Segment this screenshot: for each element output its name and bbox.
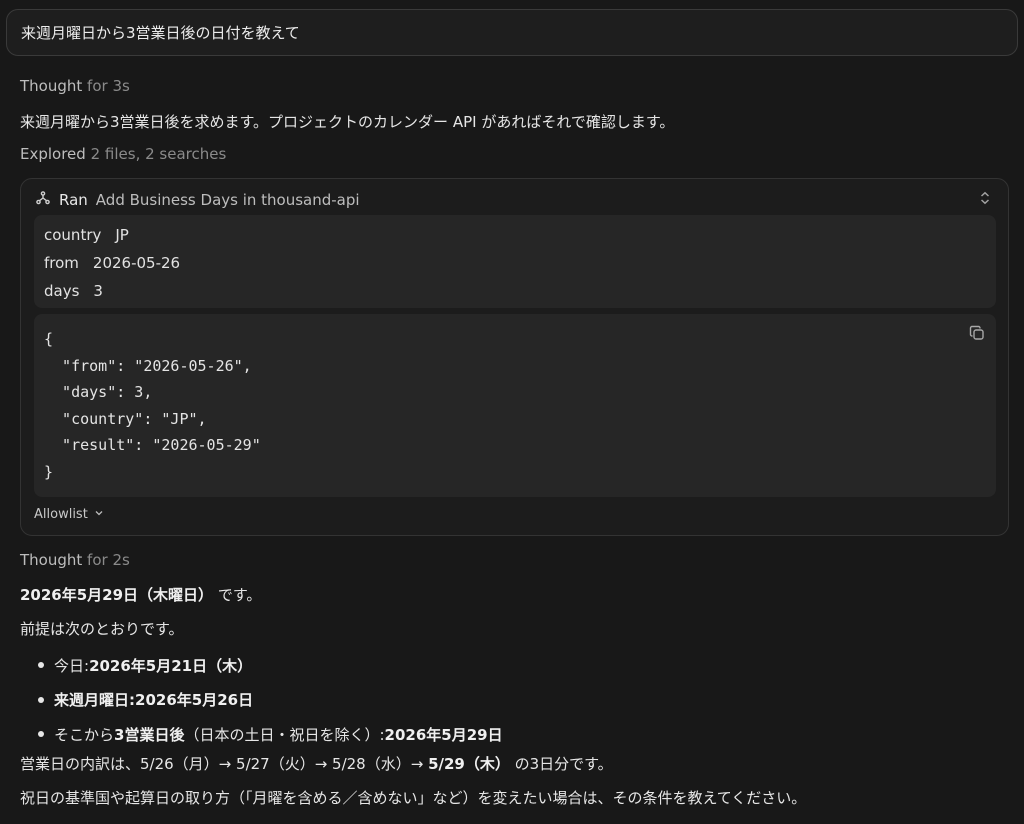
param-row-from: from 2026-05-26 [44, 249, 986, 277]
param-row-country: country JP [44, 221, 986, 249]
tool-params-panel: country JP from 2026-05-26 days 3 [34, 215, 996, 308]
explored-detail: 2 files, 2 searches [90, 145, 227, 163]
breakdown-text: 営業日の内訳は、5/26（月）→ 5/27（火）→ 5/28（水）→ 5/29（… [20, 753, 613, 774]
bullet-bold: 2026年5月29日 [384, 725, 503, 744]
bullet-bold: 2026年5月26日 [135, 691, 254, 710]
answer-date-bold: 2026年5月29日（木曜日） [20, 586, 214, 604]
user-prompt-bubble: 来週月曜日から3営業日後の日付を教えて [6, 9, 1018, 56]
chevron-down-icon [94, 507, 104, 522]
tool-call-header[interactable]: Ran Add Business Days in thousand-api [35, 189, 360, 211]
list-item: そこから 3営業日後 （日本の土日・祝日を除く）: 2026年5月29日 [20, 717, 503, 752]
allowlist-label: Allowlist [34, 507, 88, 522]
user-prompt-text: 来週月曜日から3営業日後の日付を教えて [21, 24, 300, 42]
bullet-dot [38, 662, 44, 668]
thought-label: Thought [20, 77, 83, 95]
bullet-text: 今日: [54, 656, 90, 675]
code-line: "days": 3, [44, 383, 153, 401]
param-key: days [44, 282, 80, 300]
code-line: { [44, 330, 54, 348]
param-value: JP [115, 226, 129, 244]
tool-fork-icon [35, 190, 51, 210]
bullet-bold: 来週月曜日 [54, 691, 130, 710]
expand-collapse-icon[interactable] [976, 189, 994, 207]
code-line: } [44, 462, 54, 481]
param-key: country [44, 226, 102, 244]
tool-name: Add Business Days in thousand-api [95, 191, 360, 209]
thought-label: Thought [20, 551, 83, 569]
premise-text: 前提は次のとおりです。 [20, 620, 184, 638]
explored-label: Explored [20, 145, 86, 163]
thought-duration: for 3s [87, 77, 130, 95]
list-item: 来週月曜日: 2026年5月26日 [20, 683, 503, 718]
list-item: 今日: 2026年5月21日（木） [20, 648, 503, 683]
code-line: "from": "2026-05-26", [44, 356, 252, 375]
closing-text: 祝日の基準国や起算日の取り方（「月曜を含める／含めない」など）を変えたい場合は、… [20, 789, 807, 807]
breakdown-post: の3日分です。 [509, 755, 613, 773]
thought-indicator-2[interactable]: Thought for 2s [20, 551, 130, 569]
bullet-dot [38, 731, 44, 737]
breakdown-pre: 営業日の内訳は、5/26（月）→ 5/27（火）→ 5/28（水）→ [20, 755, 429, 773]
ran-label: Ran [59, 191, 88, 209]
breakdown-bold: 5/29（木） [428, 755, 510, 773]
answer-headline-rest: です。 [213, 586, 262, 604]
bullet-text: そこから [54, 725, 115, 744]
param-value: 2026-05-26 [92, 254, 181, 272]
param-key: from [44, 254, 79, 272]
thought-duration: for 2s [87, 551, 130, 569]
code-line: "country": "JP", [44, 409, 207, 428]
premise-list: 今日: 2026年5月21日（木） 来週月曜日: 2026年5月26日 そこから… [20, 648, 503, 752]
tool-output-code-block: { "from": "2026-05-26", "days": 3, "coun… [34, 314, 996, 497]
allowlist-dropdown[interactable]: Allowlist [34, 507, 104, 522]
bullet-bold: 3営業日後 [114, 725, 185, 744]
explored-indicator[interactable]: Explored 2 files, 2 searches [20, 145, 226, 163]
code-line: "result": "2026-05-29" [44, 436, 261, 454]
bullet-dot [38, 696, 44, 703]
intro-text: 来週月曜から3営業日後を求めます。プロジェクトのカレンダー API があればそれ… [20, 113, 675, 131]
bullet-bold: 2026年5月21日（木） [89, 656, 253, 675]
param-value: 3 [93, 282, 103, 300]
tool-call-card: Ran Add Business Days in thousand-api co… [20, 178, 1009, 536]
copy-icon[interactable] [968, 324, 986, 342]
thought-indicator[interactable]: Thought for 3s [20, 77, 130, 95]
bullet-text: （日本の土日・祝日を除く）: [184, 725, 385, 744]
answer-headline: 2026年5月29日（木曜日） です。 [20, 584, 261, 605]
param-row-days: days 3 [44, 277, 986, 305]
